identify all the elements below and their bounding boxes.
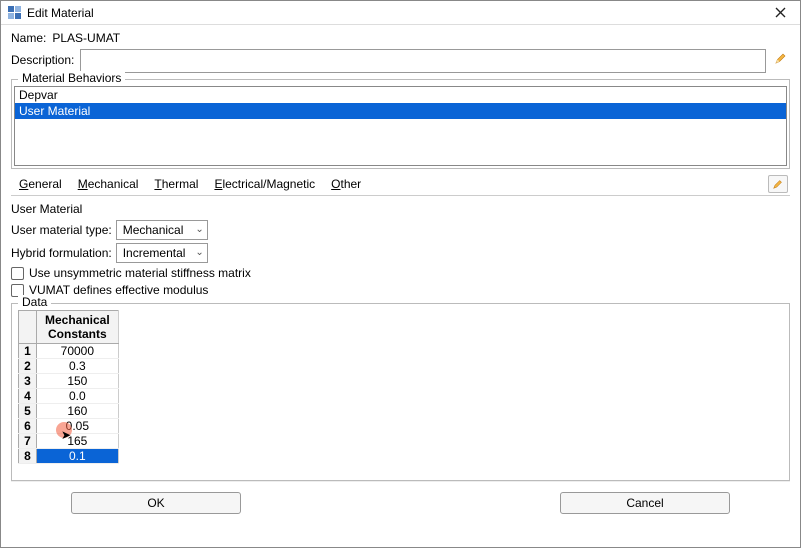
- section-title: User Material: [11, 202, 790, 216]
- chevron-down-icon: ⌄: [195, 247, 203, 258]
- vumat-row: VUMAT defines effective modulus: [11, 283, 790, 297]
- behavior-menu: General Mechanical Thermal Electrical/Ma…: [11, 173, 790, 196]
- material-type-row: User material type: Mechanical ⌄: [11, 220, 790, 240]
- material-type-value: Mechanical: [123, 223, 184, 237]
- cancel-button[interactable]: Cancel: [560, 492, 730, 514]
- tab-electrical[interactable]: Electrical/Magnetic: [206, 174, 323, 194]
- behavior-item[interactable]: Depvar: [15, 87, 786, 103]
- vumat-label: VUMAT defines effective modulus: [29, 283, 208, 297]
- material-behaviors-legend: Material Behaviors: [18, 71, 125, 85]
- titlebar: Edit Material: [1, 1, 800, 25]
- row-number: 8: [19, 449, 37, 464]
- table-row[interactable]: 170000: [19, 344, 119, 359]
- tab-mechanical[interactable]: Mechanical: [70, 174, 147, 194]
- name-row: Name: PLAS-UMAT: [11, 31, 790, 45]
- unsymmetric-checkbox[interactable]: [11, 267, 24, 280]
- row-number: 3: [19, 374, 37, 389]
- close-button[interactable]: [766, 3, 794, 23]
- row-number: 5: [19, 404, 37, 419]
- unsymmetric-label: Use unsymmetric material stiffness matri…: [29, 266, 251, 280]
- pencil-icon: [772, 178, 784, 190]
- hybrid-label: Hybrid formulation:: [11, 246, 112, 260]
- table-row[interactable]: 20.3: [19, 359, 119, 374]
- pencil-icon: [774, 51, 788, 65]
- row-number: 7: [19, 434, 37, 449]
- hybrid-select[interactable]: Incremental ⌄: [116, 243, 208, 263]
- material-type-select[interactable]: Mechanical ⌄: [116, 220, 208, 240]
- tab-thermal[interactable]: Thermal: [146, 174, 206, 194]
- table-row[interactable]: 60.05: [19, 419, 119, 434]
- hybrid-row: Hybrid formulation: Incremental ⌄: [11, 243, 790, 263]
- row-value[interactable]: 150: [37, 374, 119, 389]
- material-behaviors-group: Material Behaviors DepvarUser Material: [11, 79, 790, 169]
- window-title: Edit Material: [27, 6, 766, 20]
- material-type-label: User material type:: [11, 223, 112, 237]
- close-icon: [775, 7, 786, 18]
- tab-general[interactable]: General: [11, 174, 70, 194]
- table-row[interactable]: 80.1: [19, 449, 119, 464]
- name-value: PLAS-UMAT: [52, 31, 120, 45]
- edit-description-button[interactable]: [772, 49, 790, 67]
- data-legend: Data: [18, 295, 51, 309]
- hybrid-value: Incremental: [123, 246, 186, 260]
- description-label: Description:: [11, 49, 74, 67]
- data-header: MechanicalConstants: [37, 311, 119, 344]
- chevron-down-icon: ⌄: [195, 224, 203, 235]
- table-row[interactable]: 40.0: [19, 389, 119, 404]
- row-value[interactable]: 160: [37, 404, 119, 419]
- row-number: 1: [19, 344, 37, 359]
- data-group: Data MechanicalConstants 17000020.331504…: [11, 303, 790, 481]
- table-row[interactable]: 7165: [19, 434, 119, 449]
- ok-button[interactable]: OK: [71, 492, 241, 514]
- row-number: 4: [19, 389, 37, 404]
- data-table[interactable]: MechanicalConstants 17000020.3315040.051…: [18, 310, 119, 464]
- app-icon: [7, 6, 21, 20]
- behavior-item[interactable]: User Material: [15, 103, 786, 119]
- row-value[interactable]: 0.0: [37, 389, 119, 404]
- row-value[interactable]: 0.05: [37, 419, 119, 434]
- tab-other[interactable]: Other: [323, 174, 369, 194]
- unsymmetric-row: Use unsymmetric material stiffness matri…: [11, 266, 790, 280]
- table-row[interactable]: 3150: [19, 374, 119, 389]
- row-number: 2: [19, 359, 37, 374]
- name-label: Name:: [11, 31, 46, 45]
- row-number: 6: [19, 419, 37, 434]
- description-input[interactable]: [80, 49, 766, 73]
- row-value[interactable]: 165: [37, 434, 119, 449]
- row-value[interactable]: 70000: [37, 344, 119, 359]
- table-row[interactable]: 5160: [19, 404, 119, 419]
- dialog-buttons: OK Cancel: [11, 481, 790, 524]
- behaviors-list[interactable]: DepvarUser Material: [14, 86, 787, 166]
- row-value[interactable]: 0.1: [37, 449, 119, 464]
- description-row: Description:: [11, 49, 790, 73]
- row-value[interactable]: 0.3: [37, 359, 119, 374]
- behavior-edit-button[interactable]: [768, 175, 788, 193]
